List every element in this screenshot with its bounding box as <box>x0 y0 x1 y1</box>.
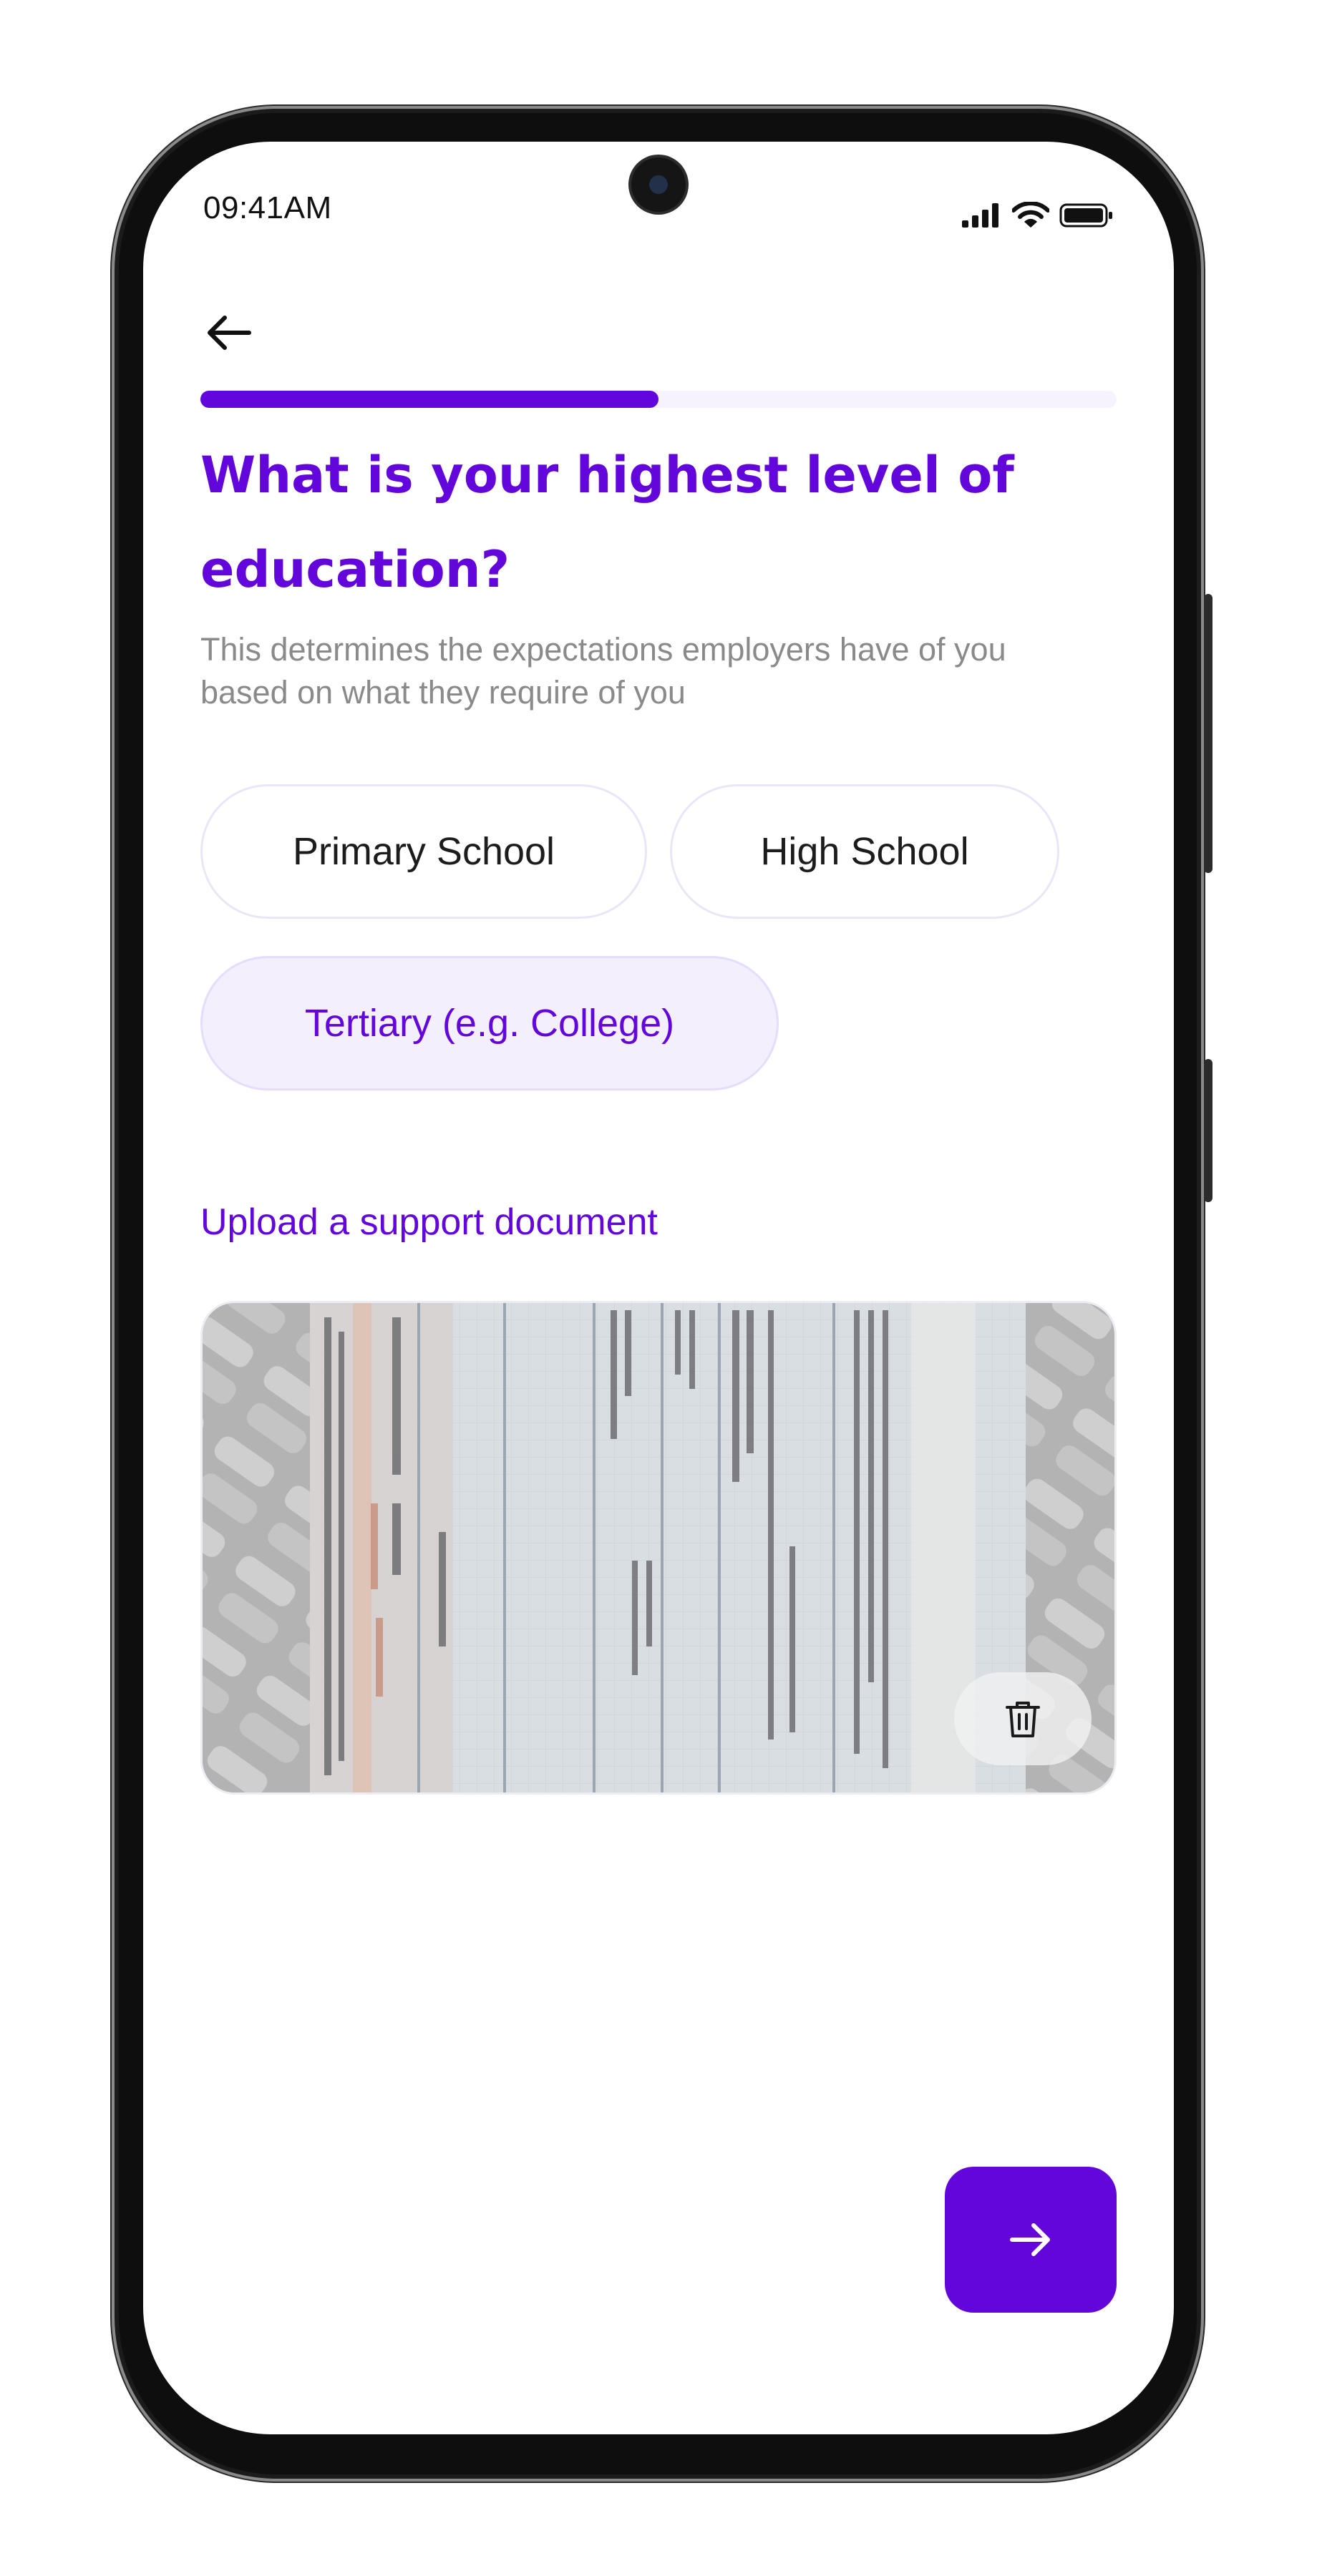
wifi-icon <box>1012 202 1049 228</box>
front-camera <box>631 157 686 212</box>
progress-bar <box>200 391 1117 408</box>
back-button[interactable] <box>198 301 262 365</box>
option-label: High School <box>760 830 969 873</box>
next-button[interactable] <box>945 2167 1117 2313</box>
option-label: Primary School <box>292 830 555 873</box>
progress-fill <box>200 391 658 408</box>
delete-document-button[interactable] <box>954 1672 1092 1765</box>
option-primary-school[interactable]: Primary School <box>200 784 647 919</box>
option-tertiary[interactable]: Tertiary (e.g. College) <box>200 956 779 1091</box>
option-high-school[interactable]: High School <box>670 784 1059 919</box>
question-subtitle: This determines the expectations employe… <box>200 631 1006 711</box>
app-screen: 09:41AM What is your highest level of ed… <box>143 142 1174 2434</box>
arrow-right-icon <box>1010 2223 1050 2256</box>
upload-label: Upload a support document <box>200 1201 658 1243</box>
status-time: 09:41AM <box>203 190 332 225</box>
trash-icon <box>1006 1702 1040 1737</box>
power-button <box>1204 594 1212 873</box>
question-title: What is your highest level of education? <box>200 446 1014 599</box>
option-label: Tertiary (e.g. College) <box>304 1002 675 1045</box>
battery-icon <box>1059 203 1112 228</box>
status-icons <box>962 202 1114 229</box>
arrow-left-icon <box>208 316 251 350</box>
uploaded-document-preview[interactable] <box>200 1301 1117 1795</box>
signal-icon <box>962 203 998 228</box>
volume-button <box>1204 1059 1212 1202</box>
